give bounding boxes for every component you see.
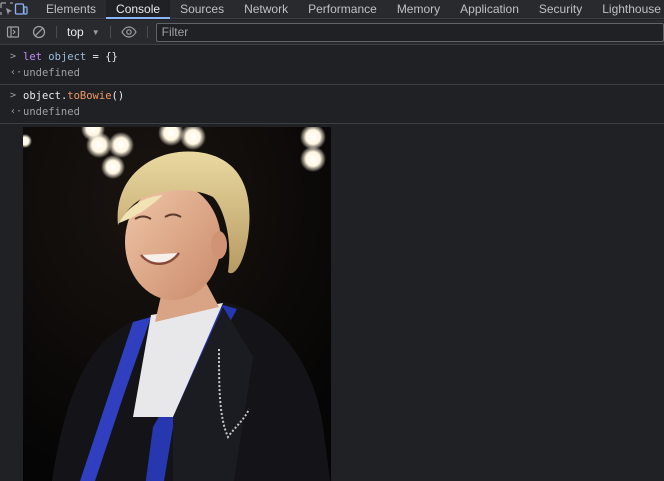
chevron-down-icon: ▼ — [91, 27, 100, 37]
inspect-element-icon[interactable] — [0, 0, 14, 19]
eye-icon[interactable] — [115, 20, 143, 44]
filter-placeholder: Filter — [161, 25, 189, 39]
console-messages: > let object = {} ‹· undefined > object.toB… — [0, 46, 664, 481]
console-entry: > let object = {} ‹· undefined — [0, 46, 664, 85]
devtools-tab-bar: Elements Console Sources Network Perform… — [0, 0, 664, 19]
result-arrow-icon: ‹· — [10, 67, 23, 78]
tab-sources[interactable]: Sources — [170, 0, 234, 19]
console-result-line: ‹· undefined — [10, 104, 664, 120]
console-toolbar: top ▼ Filter — [0, 20, 664, 45]
clear-console-icon[interactable] — [26, 20, 52, 44]
code-variable: object — [48, 51, 87, 63]
console-result-line: ‹· undefined — [10, 65, 664, 81]
input-prompt-icon: > — [10, 51, 17, 62]
toolbar-divider — [109, 26, 111, 38]
code-keyword: let — [23, 51, 42, 63]
result-value: undefined — [23, 67, 80, 79]
result-arrow-icon: ‹· — [10, 106, 23, 117]
tab-performance[interactable]: Performance — [298, 0, 387, 19]
code-object: object — [23, 90, 61, 102]
code-parens: () — [111, 90, 125, 102]
tab-console[interactable]: Console — [106, 0, 171, 19]
console-image-output — [0, 124, 664, 481]
context-label: top — [67, 25, 84, 39]
bowie-photo — [23, 127, 331, 481]
context-selector[interactable]: top ▼ — [61, 25, 106, 39]
result-value: undefined — [23, 106, 80, 118]
filter-input[interactable]: Filter — [155, 22, 664, 42]
tab-network[interactable]: Network — [234, 0, 298, 19]
toolbar-divider — [146, 26, 148, 38]
tab-application[interactable]: Application — [450, 0, 529, 19]
console-input-line[interactable]: > object.toBowie() — [10, 88, 664, 104]
tab-memory[interactable]: Memory — [387, 0, 450, 19]
tab-security[interactable]: Security — [529, 0, 592, 19]
tab-elements[interactable]: Elements — [36, 0, 106, 19]
console-input-line[interactable]: > let object = {} — [10, 49, 664, 65]
console-entry: > object.toBowie() ‹· undefined — [0, 85, 664, 124]
sidebar-toggle-icon[interactable] — [0, 20, 26, 44]
code-method: toBowie — [67, 90, 112, 102]
device-toolbar-icon[interactable] — [14, 0, 28, 19]
code-rest: = {} — [86, 51, 118, 63]
input-prompt-icon: > — [10, 90, 17, 101]
toolbar-divider — [56, 26, 57, 38]
tab-lighthouse[interactable]: Lighthouse — [592, 0, 664, 19]
